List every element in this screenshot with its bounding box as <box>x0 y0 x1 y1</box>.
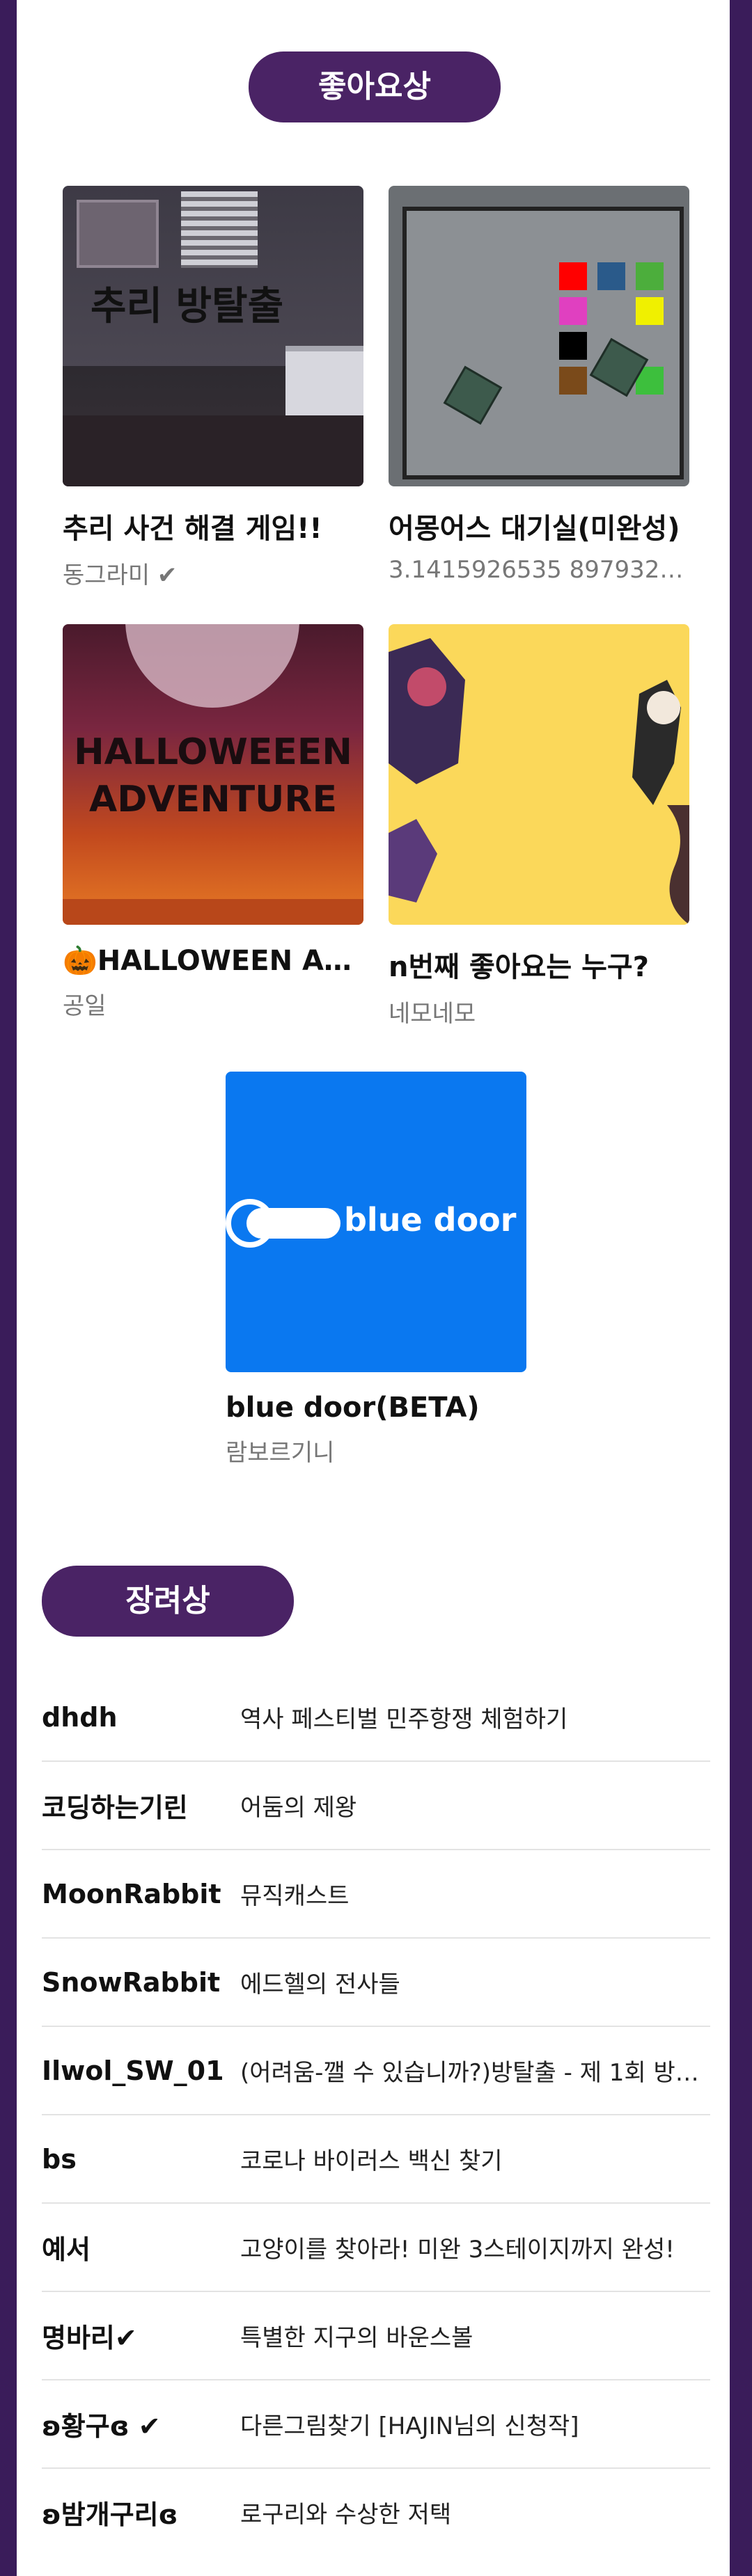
thumbnail-text: blue door <box>344 1201 517 1239</box>
project-card[interactable]: blue door blue door(BETA) 람보르기니 <box>226 1072 526 1468</box>
winner-name: 명바리✔ <box>42 2323 137 2353</box>
list-item[interactable]: 명바리✔ 특별한 지구의 바운스볼 <box>42 2292 710 2380</box>
project-thumbnail[interactable] <box>389 624 689 925</box>
encourage-award-header: 장려상 <box>42 1566 294 1637</box>
list-item[interactable]: ʚ밤개구리ɞ 로구리와 수상한 저택 <box>42 2469 710 2556</box>
list-item[interactable]: 예서 고양이를 찾아라! 미완 3스테이지까지 완성! <box>42 2204 710 2292</box>
project-author[interactable]: 공일 <box>63 987 363 1021</box>
project-thumbnail[interactable]: 추리 방탈출 <box>63 186 363 486</box>
project-title[interactable]: blue door(BETA) <box>226 1392 526 1424</box>
project-card[interactable]: n번째 좋아요는 누구? 네모네모 <box>389 624 689 1028</box>
project-card[interactable]: 추리 방탈출 추리 사건 해결 게임!! 동그라미 ✔ <box>63 186 363 590</box>
project-title[interactable]: 추리 사건 해결 게임!! <box>63 506 363 546</box>
project-link[interactable]: 특별한 지구의 바운스볼 <box>240 2319 710 2353</box>
project-title[interactable]: n번째 좋아요는 누구? <box>389 944 689 985</box>
like-award-header: 좋아요상 <box>249 51 501 122</box>
list-item[interactable]: 코딩하는기린 어둠의 제왕 <box>42 1762 710 1850</box>
winner-name: SnowRabbit <box>42 1966 221 1998</box>
project-title[interactable]: 어몽어스 대기실(미완성) <box>389 506 689 546</box>
project-link[interactable]: 뮤직캐스트 <box>240 1877 710 1911</box>
project-link[interactable]: 로구리와 수상한 저택 <box>240 2495 710 2529</box>
project-thumbnail[interactable]: blue door <box>226 1072 526 1372</box>
winner-name: MoonRabbit <box>42 1878 221 1909</box>
project-link[interactable]: 역사 페스티벌 민주항쟁 체험하기 <box>240 1700 710 1734</box>
project-link[interactable]: 다른그림찾기 [HAJIN님의 신청작] <box>240 2407 710 2441</box>
project-card[interactable]: 어몽어스 대기실(미완성) 3.1415926535 8979323846 <box>389 186 689 584</box>
winner-name: Ilwol_SW_01 <box>42 2055 224 2086</box>
project-author[interactable]: 람보르기니 <box>226 1433 526 1468</box>
project-link[interactable]: 코로나 바이러스 백신 찾기 <box>240 2142 710 2176</box>
characters-art <box>389 638 689 925</box>
project-link[interactable]: 에드헬의 전사들 <box>240 1965 710 1999</box>
winner-name: ʚ황구ɞ ✔ <box>42 2411 161 2442</box>
encourage-award-list: dhdh 역사 페스티벌 민주항쟁 체험하기 코딩하는기린 어둠의 제왕 Moo… <box>42 1673 710 2556</box>
project-link[interactable]: 어둠의 제왕 <box>240 1788 710 1822</box>
thumbnail-text: 추리 방탈출 <box>91 284 284 329</box>
list-item[interactable]: SnowRabbit 에드헬의 전사들 <box>42 1939 710 2027</box>
list-item[interactable]: dhdh 역사 페스티벌 민주항쟁 체험하기 <box>42 1673 710 1762</box>
winner-name: dhdh <box>42 1701 118 1733</box>
awards-page: 좋아요상 추리 방탈출 추리 사건 해결 게임!! 동그라미 ✔ 어몽어스 대기 <box>17 0 730 2576</box>
project-thumbnail[interactable]: HALLOWEEEN ADVENTURE <box>63 624 363 925</box>
project-card[interactable]: HALLOWEEEN ADVENTURE 🎃HALLOWEEN ADVENTUR… <box>63 624 363 1021</box>
winner-name: bs <box>42 2143 77 2175</box>
list-item[interactable]: ʚ황구ɞ ✔ 다른그림찾기 [HAJIN님의 신청작] <box>42 2380 710 2469</box>
winner-name: 코딩하는기린 <box>42 1792 188 1823</box>
thumbnail-text: HALLOWEEEN ADVENTURE <box>74 731 352 820</box>
project-author[interactable]: 네모네모 <box>389 994 689 1028</box>
project-author[interactable]: 동그라미 ✔ <box>63 556 363 590</box>
list-item[interactable]: Ilwol_SW_01 (어려움-깰 수 있습니까?)방탈출 - 제 1회 방탈… <box>42 2027 710 2115</box>
winner-name: 예서 <box>42 2234 91 2265</box>
list-item[interactable]: MoonRabbit 뮤직캐스트 <box>42 1850 710 1939</box>
project-author[interactable]: 3.1415926535 8979323846 <box>389 556 689 584</box>
winner-name: ʚ밤개구리ɞ <box>42 2499 178 2530</box>
list-item[interactable]: bs 코로나 바이러스 백신 찾기 <box>42 2115 710 2204</box>
project-thumbnail[interactable] <box>389 186 689 486</box>
project-title[interactable]: 🎃HALLOWEEN ADVENTURE <box>63 944 363 977</box>
project-link[interactable]: (어려움-깰 수 있습니까?)방탈출 - 제 1회 방탈출 대회 <box>240 2053 710 2088</box>
project-link[interactable]: 고양이를 찾아라! 미완 3스테이지까지 완성! <box>240 2230 710 2264</box>
